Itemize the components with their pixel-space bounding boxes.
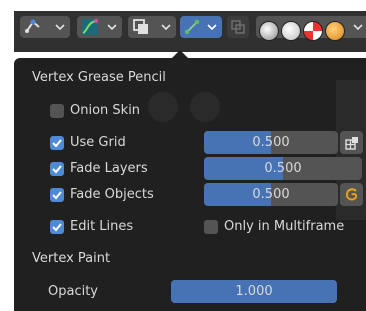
opacity-label: Opacity — [48, 284, 99, 299]
opacity-slider[interactable]: 1.000 — [171, 280, 337, 303]
fade-layers-checkbox[interactable] — [50, 162, 64, 176]
checkmark-icon — [52, 223, 62, 232]
fade-objects-label: Fade Objects — [70, 187, 154, 202]
curve-dropdown[interactable] — [77, 16, 122, 38]
fade-objects-value: 0.500 — [252, 187, 290, 202]
fade-objects-mode-button[interactable] — [340, 183, 363, 206]
chevron-down-icon — [106, 20, 118, 34]
chevron-down-icon — [352, 20, 364, 34]
chevron-down-icon — [206, 20, 218, 34]
wireframe-shading-icon[interactable] — [259, 21, 279, 41]
select-mode-dropdown[interactable] — [20, 16, 70, 38]
viewport-header — [14, 11, 366, 52]
checkmark-icon — [52, 165, 62, 174]
onion-skin-label: Onion Skin — [70, 103, 141, 118]
fade-layers-label: Fade Layers — [70, 161, 148, 176]
use-grid-checkbox[interactable] — [50, 136, 64, 150]
gizmo-icon — [182, 17, 202, 37]
xray-icon — [228, 17, 248, 37]
section-vertex-paint: Vertex Paint — [32, 251, 111, 266]
only-in-multiframe-checkbox[interactable] — [204, 220, 218, 234]
rendered-shading-icon[interactable] — [325, 21, 345, 41]
spiral-icon — [345, 187, 357, 200]
grid-on-top-button[interactable] — [340, 131, 363, 154]
hand-icon — [148, 92, 178, 122]
checkmark-icon — [52, 139, 62, 148]
onion-skin-checkbox[interactable] — [50, 104, 64, 118]
curve-icon — [80, 17, 100, 37]
checkmark-icon — [52, 191, 62, 200]
chevron-down-icon — [54, 20, 66, 34]
gizmo-dropdown[interactable] — [180, 16, 222, 38]
overlays-dropdown[interactable] — [128, 16, 176, 38]
fade-objects-slider[interactable]: 0.500 — [204, 183, 338, 206]
fade-objects-checkbox[interactable] — [50, 188, 64, 202]
shading-mode-group — [256, 16, 366, 41]
only-in-multiframe-label: Only in Multiframe — [224, 219, 345, 234]
zoom-icon — [190, 92, 220, 122]
fade-layers-slider[interactable]: 0.500 — [204, 157, 362, 180]
chevron-down-icon — [160, 20, 172, 34]
edit-lines-checkbox[interactable] — [50, 220, 64, 234]
use-grid-label: Use Grid — [70, 135, 126, 150]
use-grid-slider[interactable]: 0.500 — [204, 131, 338, 154]
solid-shading-icon[interactable] — [281, 21, 301, 41]
opacity-value: 1.000 — [235, 284, 273, 299]
grid-icon — [344, 136, 358, 150]
fade-layers-value: 0.500 — [264, 161, 302, 176]
select-mode-icon — [23, 17, 43, 37]
use-grid-value: 0.500 — [252, 135, 290, 150]
xray-toggle[interactable] — [227, 16, 249, 38]
edit-lines-label: Edit Lines — [70, 219, 134, 234]
overlay-popover: Vertex Grease Pencil Onion Skin Use Grid… — [14, 58, 366, 311]
material-preview-icon[interactable] — [303, 21, 323, 41]
overlay-icon — [131, 17, 151, 37]
section-vertex-grease-pencil: Vertex Grease Pencil — [32, 70, 166, 85]
